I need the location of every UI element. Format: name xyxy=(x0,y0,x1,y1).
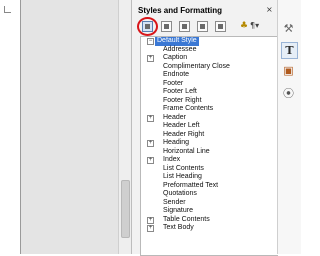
style-label: Footer Left xyxy=(163,88,197,95)
list-item[interactable]: + Index xyxy=(141,156,278,165)
collapse-icon[interactable]: − xyxy=(147,38,154,45)
styles-formatting-panel: Styles and Formatting × ♣ ¶▾ − Default S… xyxy=(131,0,278,256)
styles-formatting-icon[interactable]: T xyxy=(281,42,298,59)
list-item[interactable]: Signature xyxy=(141,207,278,216)
styles-list[interactable]: − Default Style Addressee + Caption Complim… xyxy=(140,36,278,256)
style-root-label: Default Style xyxy=(155,37,199,46)
list-item[interactable]: List Contents xyxy=(141,165,278,174)
style-label: Header Right xyxy=(163,130,205,138)
style-label: Caption xyxy=(163,54,188,61)
vertical-scrollbar[interactable] xyxy=(118,0,131,254)
list-item[interactable]: Footer Right xyxy=(141,97,278,106)
list-item[interactable]: Footer Left xyxy=(141,88,278,97)
list-item[interactable]: Horizontal Line xyxy=(141,148,278,157)
list-item[interactable]: Header Left xyxy=(141,122,278,131)
gallery-icon[interactable]: ▣ xyxy=(281,63,296,78)
frame-styles-icon xyxy=(182,24,187,29)
list-item[interactable]: List Heading xyxy=(141,173,278,182)
style-label: Horizontal Line xyxy=(163,147,210,155)
style-label: Quotations xyxy=(163,190,197,197)
style-label: Signature xyxy=(163,207,193,214)
expand-icon[interactable]: + xyxy=(147,216,154,224)
style-label: Header Left xyxy=(163,122,200,129)
list-item[interactable]: Header Right xyxy=(141,131,278,140)
properties-icon[interactable]: ⚒ xyxy=(281,21,296,36)
style-label: Addressee xyxy=(163,45,197,53)
page-styles-icon xyxy=(200,24,205,29)
list-styles-button[interactable] xyxy=(215,21,226,32)
paragraph-styles-button[interactable] xyxy=(142,21,153,32)
style-label: Heading xyxy=(163,139,190,146)
style-label: Footer xyxy=(163,79,184,87)
style-label: Table Contents xyxy=(163,215,210,223)
character-styles-button[interactable] xyxy=(161,21,172,32)
page-styles-button[interactable] xyxy=(197,21,208,32)
list-item[interactable]: − Default Style xyxy=(141,37,278,46)
style-label: Footer Right xyxy=(163,96,202,104)
expand-icon[interactable]: + xyxy=(147,140,154,147)
scrollbar-thumb[interactable] xyxy=(121,180,130,238)
list-item[interactable]: Complimentary Close xyxy=(141,63,278,72)
document-page[interactable] xyxy=(0,0,21,254)
list-item[interactable]: Quotations xyxy=(141,190,278,199)
style-label: Endnote xyxy=(163,71,190,78)
character-styles-icon xyxy=(164,24,169,29)
list-item[interactable]: + Text Body xyxy=(141,224,278,233)
list-item[interactable]: Sender xyxy=(141,199,278,208)
page-corner-mark xyxy=(4,6,11,13)
new-style-menu-icon[interactable]: ¶▾ xyxy=(250,21,259,30)
panel-title: Styles and Formatting xyxy=(138,6,223,15)
paragraph-styles-icon xyxy=(145,24,150,29)
list-item[interactable]: Frame Contents xyxy=(141,105,278,114)
fill-format-mode-icon[interactable]: ♣ xyxy=(240,21,248,31)
expand-icon[interactable]: + xyxy=(147,114,154,122)
navigator-icon[interactable]: ⦿ xyxy=(281,85,296,100)
close-icon[interactable]: × xyxy=(266,5,273,14)
list-item[interactable]: Addressee xyxy=(141,46,278,55)
list-styles-icon xyxy=(218,24,223,29)
style-label: Preformatted Text xyxy=(163,181,219,189)
style-label: Complimentary Close xyxy=(163,62,230,70)
style-label: Header xyxy=(163,113,186,121)
expand-icon[interactable]: + xyxy=(147,225,154,232)
list-item[interactable]: Footer xyxy=(141,80,278,89)
list-item[interactable]: Preformatted Text xyxy=(141,182,278,191)
document-area[interactable] xyxy=(0,0,131,254)
expand-icon[interactable]: + xyxy=(147,157,154,164)
list-item[interactable]: + Caption xyxy=(141,54,278,63)
list-item[interactable]: + Table Contents xyxy=(141,216,278,225)
list-item[interactable]: + Heading xyxy=(141,139,278,148)
sidebar: ⚒ T ▣ ⦿ xyxy=(277,0,301,254)
style-label: Frame Contents xyxy=(163,105,214,112)
list-item[interactable]: + Header xyxy=(141,114,278,123)
style-label: Sender xyxy=(163,198,186,206)
list-item[interactable]: Endnote xyxy=(141,71,278,80)
style-label: List Contents xyxy=(163,164,204,172)
expand-icon[interactable]: + xyxy=(147,55,154,62)
style-label: Index xyxy=(163,156,181,163)
style-label: List Heading xyxy=(163,173,202,180)
style-category-toolbar: ♣ ¶▾ xyxy=(132,17,277,36)
style-label: Text Body xyxy=(163,224,194,231)
frame-styles-button[interactable] xyxy=(179,21,190,32)
styles-tree: − Default Style Addressee + Caption Complim… xyxy=(141,37,278,233)
